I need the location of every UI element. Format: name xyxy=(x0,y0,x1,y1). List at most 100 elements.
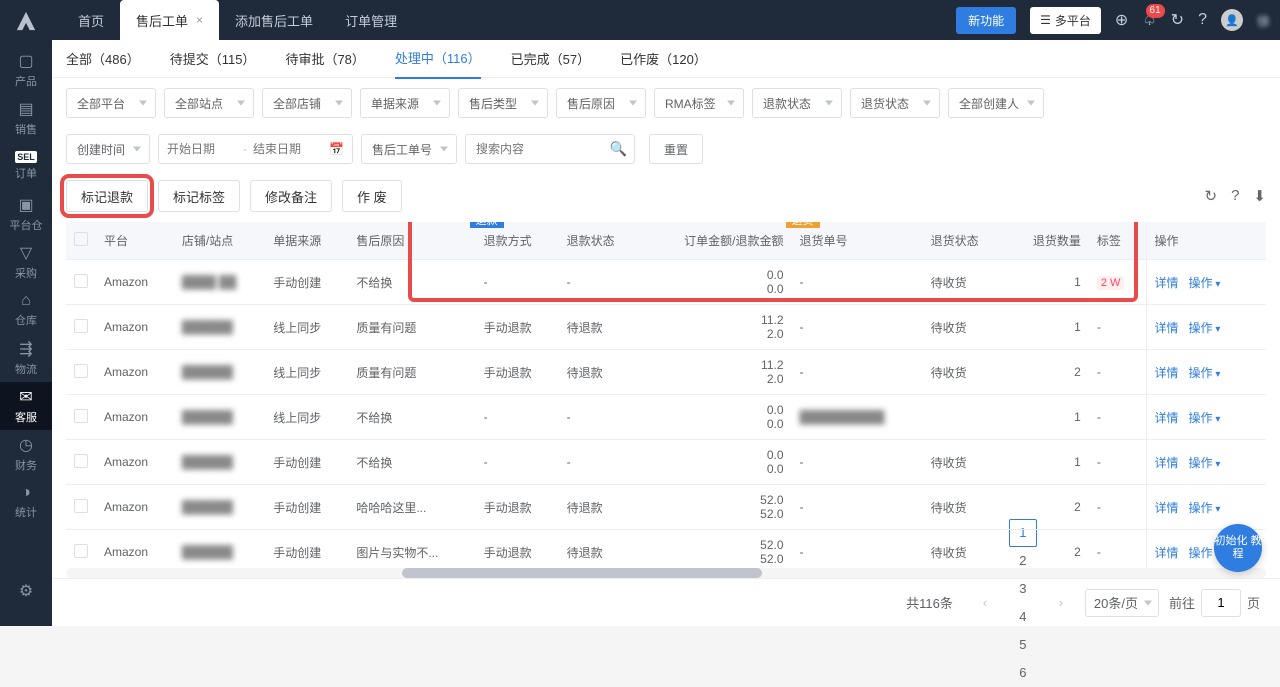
multi-platform-button[interactable]: ☰多平台 xyxy=(1030,7,1101,34)
scroll-thumb[interactable] xyxy=(402,568,762,578)
page-size-select[interactable]: 20条/页 xyxy=(1085,589,1159,617)
action-dropdown[interactable]: 操作 xyxy=(1189,366,1221,380)
detail-link[interactable]: 详情 xyxy=(1155,321,1179,335)
filter-shop[interactable]: 全部店铺 xyxy=(262,88,352,118)
row-checkbox[interactable] xyxy=(74,274,88,288)
filter-create-time[interactable]: 创建时间 xyxy=(66,134,150,164)
date-range[interactable]: - 📅 xyxy=(158,134,353,164)
page-jump-input[interactable] xyxy=(1201,589,1241,617)
detail-link[interactable]: 详情 xyxy=(1155,366,1179,380)
filter-platform[interactable]: 全部平台 xyxy=(66,88,156,118)
sidebar-item-logistics[interactable]: ⇶物流 xyxy=(0,334,52,382)
detail-link[interactable]: 详情 xyxy=(1155,546,1179,560)
search-icon[interactable]: 🔍 xyxy=(610,141,627,158)
close-icon[interactable]: × xyxy=(196,13,203,27)
filter-source[interactable]: 单据来源 xyxy=(360,88,450,118)
action-dropdown[interactable]: 操作 xyxy=(1189,501,1221,515)
page-number[interactable]: 6 xyxy=(1009,659,1037,687)
avatar[interactable]: 👤 xyxy=(1221,9,1243,31)
subtab-all[interactable]: 全部（486） xyxy=(66,39,140,78)
sidebar-item-purchase[interactable]: ▽采购 xyxy=(0,238,52,286)
subtab-completed[interactable]: 已完成（57） xyxy=(511,39,590,78)
cell-shop: ████ ██ xyxy=(174,260,265,305)
edit-note-button[interactable]: 修改备注 xyxy=(250,180,332,212)
void-button[interactable]: 作 废 xyxy=(342,180,402,212)
sidebar-item-sales[interactable]: ▤销售 xyxy=(0,94,52,142)
cell-reason: 哈哈哈这里... xyxy=(348,485,475,530)
filter-rma[interactable]: RMA标签 xyxy=(654,88,744,118)
detail-link[interactable]: 详情 xyxy=(1155,456,1179,470)
detail-link[interactable]: 详情 xyxy=(1155,501,1179,515)
cell-tag: - xyxy=(1089,395,1146,440)
filter-ticket-no[interactable]: 售后工单号 xyxy=(361,134,457,164)
filter-refund-status[interactable]: 退款状态 xyxy=(752,88,842,118)
page-prev[interactable]: ‹ xyxy=(971,589,999,617)
download-icon[interactable]: ⬇ xyxy=(1253,187,1266,205)
sidebar-item-stats[interactable]: ◑统计 xyxy=(0,478,52,526)
history-icon[interactable]: ↻ xyxy=(1171,10,1184,30)
action-dropdown[interactable]: 操作 xyxy=(1189,321,1221,335)
new-feature-button[interactable]: 新功能 xyxy=(956,7,1016,34)
sidebar-item-warehouse[interactable]: ⌂仓库 xyxy=(0,286,52,334)
page-number[interactable]: 4 xyxy=(1009,603,1037,631)
tab-aftersales[interactable]: 售后工单× xyxy=(120,0,219,40)
page-next[interactable]: › xyxy=(1047,589,1075,617)
cell-refund-status: 待退款 xyxy=(559,350,642,395)
tab-add-aftersales[interactable]: 添加售后工单 xyxy=(219,0,329,40)
sidebar-label: 财务 xyxy=(15,457,37,473)
filter-return-status[interactable]: 退货状态 xyxy=(850,88,940,118)
page-number[interactable]: 3 xyxy=(1009,575,1037,603)
mark-refund-button[interactable]: 标记退款 xyxy=(66,180,148,212)
filter-creator[interactable]: 全部创建人 xyxy=(948,88,1044,118)
action-dropdown[interactable]: 操作 xyxy=(1189,456,1221,470)
reset-button[interactable]: 重置 xyxy=(649,134,703,164)
cell-source: 手动创建 xyxy=(265,440,348,485)
detail-link[interactable]: 详情 xyxy=(1155,411,1179,425)
end-date-input[interactable] xyxy=(253,142,323,156)
start-date-input[interactable] xyxy=(167,142,237,156)
subtab-pending-approve[interactable]: 待审批（78） xyxy=(285,39,364,78)
row-checkbox[interactable] xyxy=(74,454,88,468)
filter-type[interactable]: 售后类型 xyxy=(458,88,548,118)
sidebar-item-settings[interactable]: ⚙ xyxy=(0,568,52,616)
float-help-button[interactable]: 初始化 教程 xyxy=(1214,524,1262,572)
sidebar-item-service[interactable]: ✉客服 xyxy=(0,382,52,430)
cell-amount: 0.00.0 xyxy=(642,440,792,485)
subtab-pending-submit[interactable]: 待提交（115） xyxy=(170,39,256,78)
help-circle-icon[interactable]: ? xyxy=(1231,187,1239,205)
sidebar-label: 客服 xyxy=(15,409,37,425)
filter-site[interactable]: 全部站点 xyxy=(164,88,254,118)
refresh-icon[interactable]: ↻ xyxy=(1205,187,1218,205)
row-checkbox[interactable] xyxy=(74,499,88,513)
action-dropdown[interactable]: 操作 xyxy=(1189,411,1221,425)
cell-platform: Amazon xyxy=(96,530,174,569)
cell-refund-method: - xyxy=(476,260,559,305)
horizontal-scrollbar[interactable] xyxy=(66,568,1266,578)
globe-icon[interactable]: ⊕ xyxy=(1115,10,1128,30)
sidebar-item-finance[interactable]: ◷财务 xyxy=(0,430,52,478)
basket-icon: ▽ xyxy=(20,243,32,263)
row-checkbox[interactable] xyxy=(74,364,88,378)
mark-tag-button[interactable]: 标记标签 xyxy=(158,180,240,212)
row-checkbox[interactable] xyxy=(74,319,88,333)
row-checkbox[interactable] xyxy=(74,409,88,423)
action-dropdown[interactable]: 操作 xyxy=(1189,276,1221,290)
cell-reason: 质量有问题 xyxy=(348,350,475,395)
cell-return-status: 待收货 xyxy=(923,305,1006,350)
subtab-processing[interactable]: 处理中（116） xyxy=(395,38,481,79)
filter-reason[interactable]: 售后原因 xyxy=(556,88,646,118)
tab-order-mgmt[interactable]: 订单管理 xyxy=(329,0,413,40)
detail-link[interactable]: 详情 xyxy=(1155,276,1179,290)
page-number[interactable]: 5 xyxy=(1009,631,1037,659)
cell-return-no: - xyxy=(792,485,923,530)
table-row: Amazon ██████ 手动创建 图片与实物不... 手动退款 待退款 52… xyxy=(66,530,1266,569)
bell-icon[interactable]: ♤61 xyxy=(1142,10,1156,30)
tab-home[interactable]: 首页 xyxy=(62,0,120,40)
sidebar-item-platform-warehouse[interactable]: ▣平台仓 xyxy=(0,190,52,238)
subtab-void[interactable]: 已作废（120） xyxy=(620,39,707,78)
select-all-checkbox[interactable] xyxy=(74,232,88,246)
sidebar-item-order[interactable]: SEL订单 xyxy=(0,142,52,190)
row-checkbox[interactable] xyxy=(74,544,88,558)
help-icon[interactable]: ? xyxy=(1198,11,1207,29)
sidebar-item-product[interactable]: ▢产品 xyxy=(0,46,52,94)
